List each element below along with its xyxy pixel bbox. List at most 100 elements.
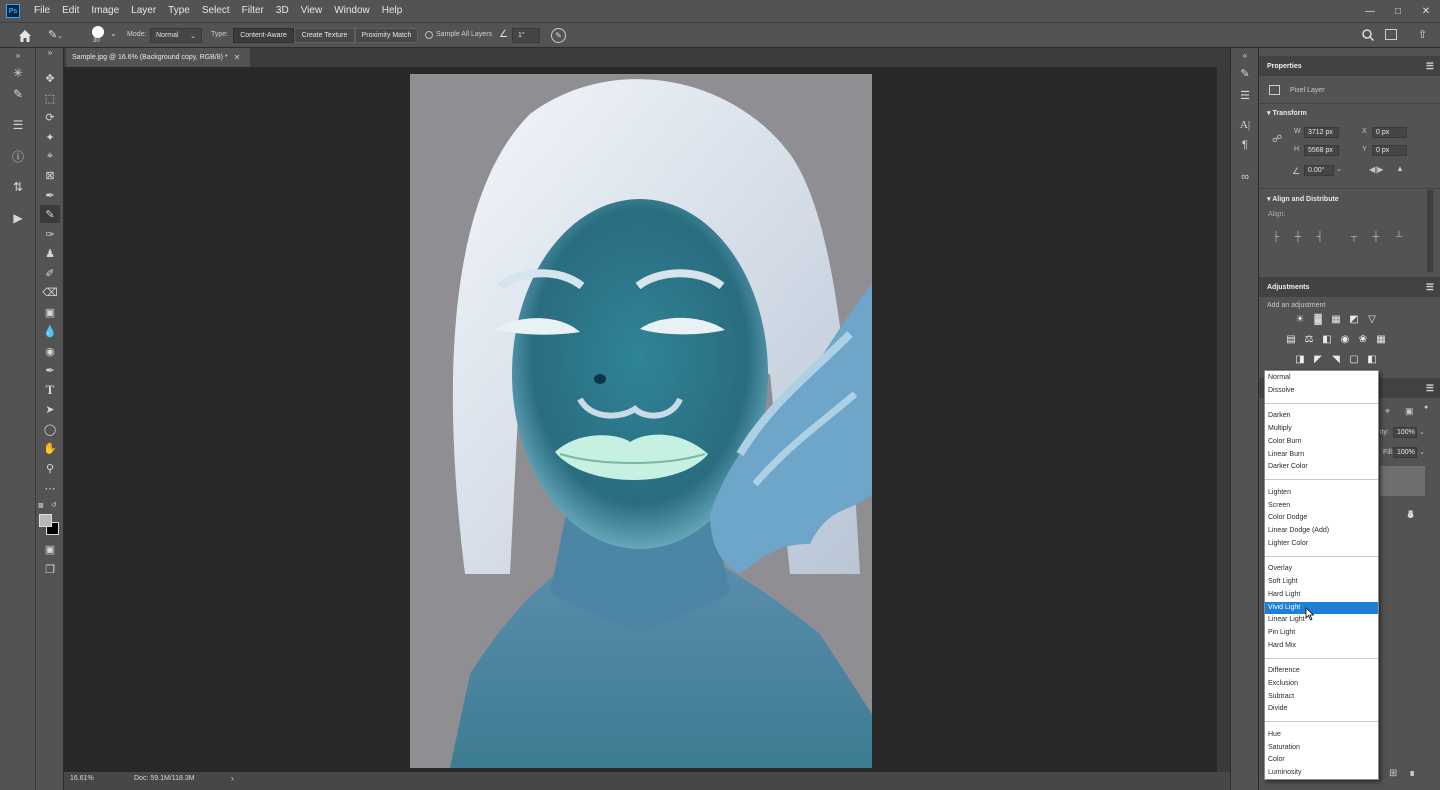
brightness-contrast-icon[interactable]: ☀ bbox=[1293, 313, 1307, 325]
more-tools-icon[interactable]: ⋯ bbox=[40, 479, 60, 497]
search-icon[interactable] bbox=[1361, 28, 1375, 42]
photo-canvas[interactable] bbox=[410, 74, 872, 768]
brush-preview[interactable]: 30 bbox=[88, 26, 110, 46]
chevron-down-icon[interactable]: ⌄ bbox=[1419, 448, 1425, 456]
home-icon[interactable] bbox=[16, 27, 34, 45]
path-selection-tool-icon[interactable]: ➤ bbox=[40, 400, 60, 418]
blend-vivid-light[interactable]: Vivid Light bbox=[1265, 602, 1378, 614]
angle-field[interactable]: 0.00° bbox=[1304, 165, 1334, 176]
x-field[interactable]: 0 px bbox=[1372, 127, 1407, 138]
blend-luminosity[interactable]: Luminosity bbox=[1265, 767, 1378, 779]
quick-mask-icon[interactable]: ▣ bbox=[40, 540, 60, 558]
menu-filter[interactable]: Filter bbox=[236, 0, 270, 22]
angle-field[interactable]: 1° bbox=[512, 28, 540, 43]
opacity-field[interactable]: 100% bbox=[1393, 427, 1417, 438]
zoom-level[interactable]: 16.61% bbox=[70, 775, 94, 782]
black-white-icon[interactable]: ◧ bbox=[1320, 333, 1334, 345]
zoom-tool-icon[interactable]: ⚲ bbox=[40, 459, 60, 477]
workspace-icon[interactable] bbox=[1385, 29, 1397, 40]
collapse-icon[interactable]: » bbox=[40, 47, 60, 57]
vertical-scrollbar[interactable] bbox=[1217, 67, 1230, 772]
blend-hard-light[interactable]: Hard Light bbox=[1265, 589, 1378, 601]
blend-color-burn[interactable]: Color Burn bbox=[1265, 436, 1378, 448]
blend-overlay[interactable]: Overlay bbox=[1265, 563, 1378, 575]
blend-hard-mix[interactable]: Hard Mix bbox=[1265, 640, 1378, 652]
blur-tool-icon[interactable]: 💧 bbox=[40, 322, 60, 340]
pressure-size-icon[interactable]: ✎ bbox=[551, 28, 566, 43]
lock-all-icon[interactable]: ▣ bbox=[1405, 406, 1414, 417]
align-horizontal-center-icon[interactable]: ┼ bbox=[1292, 230, 1304, 242]
blend-normal[interactable]: Normal bbox=[1265, 372, 1378, 384]
blend-difference[interactable]: Difference bbox=[1265, 665, 1378, 677]
paragraph-icon[interactable]: ¶ bbox=[1236, 136, 1254, 154]
blend-linear-light[interactable]: Linear Light bbox=[1265, 614, 1378, 626]
chevron-down-icon[interactable]: ⌄ bbox=[110, 29, 117, 38]
blend-mode-dropdown[interactable]: Normal Dissolve Darken Multiply Color Bu… bbox=[1264, 370, 1379, 780]
panel-menu-icon[interactable]: ☰ bbox=[1426, 282, 1434, 293]
gradient-tool-icon[interactable]: ▣ bbox=[40, 303, 60, 321]
screen-mode-icon[interactable]: ❐ bbox=[40, 560, 60, 578]
menu-help[interactable]: Help bbox=[376, 0, 409, 22]
type-content-aware-button[interactable]: Content-Aware bbox=[233, 28, 294, 43]
properties-panel-header[interactable]: Properties ☰ bbox=[1259, 56, 1440, 76]
crop-tool-icon[interactable]: ⌖ bbox=[40, 147, 60, 165]
blend-pin-light[interactable]: Pin Light bbox=[1265, 627, 1378, 639]
posterize-icon[interactable]: ◤ bbox=[1311, 353, 1325, 365]
blend-hue[interactable]: Hue bbox=[1265, 729, 1378, 741]
gradient-map-icon[interactable]: ◧ bbox=[1365, 353, 1379, 365]
menu-edit[interactable]: Edit bbox=[56, 0, 85, 22]
align-distribute-section-title[interactable]: ▾ Align and Distribute bbox=[1267, 195, 1339, 203]
healing-brush-preset-icon[interactable]: ✎⌄ bbox=[48, 28, 74, 44]
type-tool-icon[interactable]: T bbox=[40, 381, 60, 399]
blend-subtract[interactable]: Subtract bbox=[1265, 691, 1378, 703]
align-left-icon[interactable]: ├ bbox=[1270, 230, 1282, 242]
blend-linear-burn[interactable]: Linear Burn bbox=[1265, 449, 1378, 461]
new-layer-icon[interactable]: ⊞ bbox=[1389, 768, 1397, 779]
eyedropper-tool-icon[interactable]: ✒ bbox=[40, 186, 60, 204]
blend-darken[interactable]: Darken bbox=[1265, 410, 1378, 422]
vibrance-icon[interactable]: ▽ bbox=[1365, 313, 1379, 325]
menu-view[interactable]: View bbox=[295, 0, 329, 22]
chevron-right-icon[interactable]: › bbox=[231, 774, 234, 783]
clone-stamp-tool-icon[interactable]: ♟ bbox=[40, 244, 60, 262]
align-bottom-icon[interactable]: ┴ bbox=[1393, 230, 1405, 242]
height-field[interactable]: 5568 px bbox=[1304, 145, 1339, 156]
panel-menu-icon[interactable]: ☰ bbox=[1426, 383, 1434, 394]
blend-dissolve[interactable]: Dissolve bbox=[1265, 385, 1378, 397]
flip-horizontal-icon[interactable]: ◀|▶ bbox=[1369, 165, 1383, 174]
lock-artboard-icon[interactable]: ⌖ bbox=[1385, 406, 1390, 417]
info-icon[interactable]: ⓘ bbox=[9, 147, 27, 165]
collapse-icon[interactable]: » bbox=[9, 46, 27, 64]
brush-tool-icon[interactable]: ✑ bbox=[40, 225, 60, 243]
y-field[interactable]: 0 px bbox=[1372, 145, 1407, 156]
move-tool-icon[interactable]: ✥ bbox=[40, 69, 60, 87]
type-proximity-match-button[interactable]: Proximity Match bbox=[355, 28, 418, 43]
default-colors-icon[interactable]: ▩ bbox=[38, 502, 46, 510]
flip-vertical-icon[interactable]: ▲ bbox=[1396, 164, 1404, 173]
share-icon[interactable]: ⇧ bbox=[1418, 28, 1430, 42]
blend-multiply[interactable]: Multiply bbox=[1265, 423, 1378, 435]
close-icon[interactable]: ✕ bbox=[234, 53, 241, 62]
exposure-icon[interactable]: ◩ bbox=[1347, 313, 1361, 325]
blend-divide[interactable]: Divide bbox=[1265, 703, 1378, 715]
color-balance-icon[interactable]: ⚖ bbox=[1302, 333, 1316, 345]
levels-icon[interactable]: ▓ bbox=[1311, 313, 1325, 325]
history-brush-tool-icon[interactable]: ✐ bbox=[40, 264, 60, 282]
collapse-icon[interactable]: « bbox=[1236, 46, 1254, 64]
threshold-icon[interactable]: ◥ bbox=[1329, 353, 1343, 365]
menu-window[interactable]: Window bbox=[328, 0, 376, 22]
adjustments-panel-header[interactable]: Adjustments ☰ bbox=[1259, 277, 1440, 297]
history-icon[interactable]: ✎ bbox=[9, 85, 27, 103]
histogram-icon[interactable]: ☰ bbox=[9, 116, 27, 134]
curves-icon[interactable]: ▦ bbox=[1329, 313, 1343, 325]
hand-tool-icon[interactable]: ✋ bbox=[40, 439, 60, 457]
panel-menu-icon[interactable]: ☰ bbox=[1426, 61, 1434, 72]
dodge-tool-icon[interactable]: ◉ bbox=[40, 342, 60, 360]
close-icon[interactable]: ✕ bbox=[1412, 0, 1440, 22]
blend-saturation[interactable]: Saturation bbox=[1265, 742, 1378, 754]
align-right-icon[interactable]: ┤ bbox=[1314, 230, 1326, 242]
fill-field[interactable]: 100% bbox=[1393, 447, 1417, 458]
chevron-down-icon[interactable]: ⌄ bbox=[1419, 428, 1425, 436]
menu-file[interactable]: File bbox=[28, 0, 56, 22]
type-create-texture-button[interactable]: Create Texture bbox=[294, 28, 355, 43]
